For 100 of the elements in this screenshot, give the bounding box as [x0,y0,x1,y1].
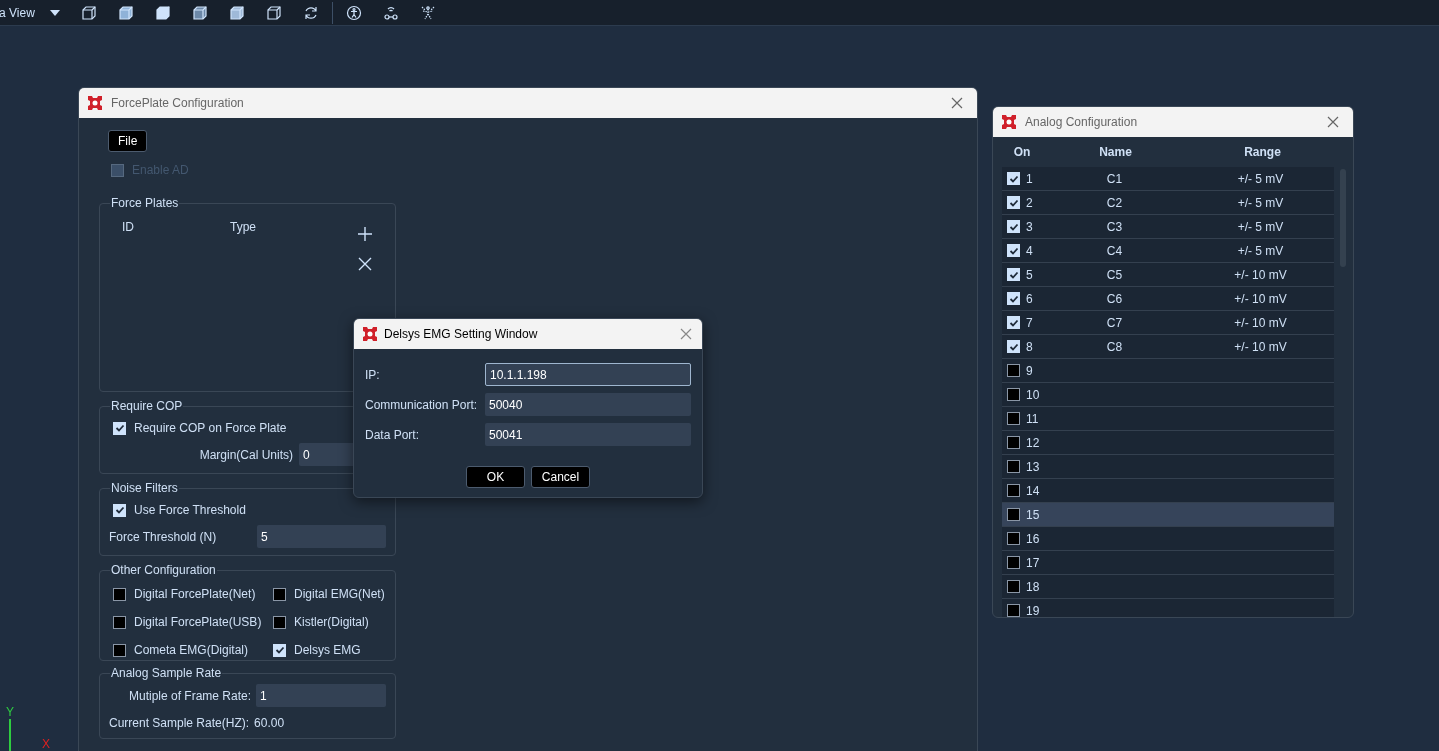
cube-icon[interactable] [228,4,245,21]
table-row[interactable]: 3 C3 +/- 5 mV [1002,215,1334,239]
channel-number: 19 [1026,602,1040,617]
table-row[interactable]: 11 [1002,407,1334,431]
checkbox-label: Digital EMG(Net) [294,586,385,603]
input-field[interactable]: 10.1.1.198 [485,363,691,386]
skeleton-icon[interactable] [419,4,436,21]
input-field[interactable]: 50041 [485,423,691,446]
column-header: Type [230,219,256,236]
channel-number: 10 [1026,386,1040,404]
delete-icon[interactable] [357,256,373,272]
table-row[interactable]: 15 [1002,503,1334,527]
field-label: Current Sample Rate(HZ): [109,715,250,732]
checkbox[interactable] [1007,388,1020,401]
table-row[interactable]: 10 [1002,383,1334,407]
cube-icon[interactable] [80,4,97,21]
table-row[interactable]: 9 [1002,359,1334,383]
view-dropdown-label[interactable]: a View [0,3,35,22]
close-icon[interactable] [951,97,963,109]
checkbox-label: Kistler(Digital) [294,614,369,631]
channel-number: 18 [1026,578,1040,596]
channel-number: 17 [1026,554,1040,572]
channel-range: +/- 10 mV [1234,267,1287,282]
sample-rate-value: 60.00 [254,715,285,732]
table-row[interactable]: 8 C8 +/- 10 mV [1002,335,1334,359]
column-header: Range [1243,144,1282,161]
field-label: Data Port: [365,426,420,444]
table-row[interactable]: 14 [1002,479,1334,503]
checkbox[interactable] [1007,412,1020,425]
window-title: Analog Configuration [1025,114,1139,131]
file-button[interactable]: File [108,130,148,152]
table-row[interactable]: 19 [1002,599,1334,617]
channel-number: 9 [1026,362,1033,380]
cube-icon[interactable] [191,4,208,21]
refresh-icon[interactable] [302,4,319,21]
group-title: Require COP [110,398,184,414]
channel-range: +/- 5 mV [1237,243,1284,258]
cube-icon[interactable] [117,4,134,21]
cube-icon[interactable] [265,4,282,21]
dialog-button[interactable]: Cancel [531,466,590,488]
checkbox[interactable] [1007,532,1020,545]
input-field[interactable]: 5 [257,525,386,548]
input-field[interactable]: 50040 [485,393,691,416]
checkbox[interactable] [273,587,286,601]
person-icon[interactable] [345,4,362,21]
table-row[interactable]: 7 C7 +/- 10 mV [1002,311,1334,335]
table-row[interactable]: 1 C1 +/- 5 mV [1002,167,1334,191]
checkbox[interactable] [113,587,126,601]
close-icon[interactable] [680,328,692,340]
channel-number: 6 [1026,290,1033,308]
channel-name: C1 [1106,171,1123,186]
checkbox[interactable] [1007,604,1020,617]
group-title: Other Configuration [110,562,217,578]
app-logo-icon [362,326,378,342]
channel-range: +/- 5 mV [1237,171,1284,186]
checkbox-label: Cometa EMG(Digital) [134,642,249,659]
app-logo-icon [87,95,103,111]
table-row[interactable]: 6 C6 +/- 10 mV [1002,287,1334,311]
checkbox[interactable] [1007,556,1020,569]
channel-number: 13 [1026,458,1040,476]
device-icon[interactable] [382,4,399,21]
app-logo-icon [1001,114,1017,130]
checkbox[interactable] [1007,580,1020,593]
table-row[interactable]: 17 [1002,551,1334,575]
add-icon[interactable] [357,226,373,242]
field-label: Margin(Cal Units) [199,446,293,464]
table-row[interactable]: 13 [1002,455,1334,479]
dialog-button[interactable]: OK [466,466,525,488]
checkbox[interactable] [1007,460,1020,473]
channel-name: C4 [1106,243,1123,258]
checkbox[interactable] [1007,436,1020,449]
checkbox[interactable] [113,643,126,657]
window-title: ForcePlate Configuration [111,95,245,112]
channel-range: +/- 10 mV [1234,291,1287,306]
input-field[interactable]: 1 [256,684,386,707]
channel-range: +/- 5 mV [1237,195,1284,210]
dropdown-caret-icon[interactable] [49,9,60,16]
table-row[interactable]: 5 C5 +/- 10 mV [1002,263,1334,287]
checkbox[interactable] [113,615,126,629]
checkbox[interactable] [1007,508,1020,521]
column-header: ID [122,219,135,236]
table-row[interactable]: 2 C2 +/- 5 mV [1002,191,1334,215]
channel-name: C8 [1106,339,1123,354]
table-row[interactable]: 16 [1002,527,1334,551]
field-label: Communication Port: [365,396,478,414]
checkbox[interactable] [1007,364,1020,377]
channel-number: 15 [1026,506,1040,524]
table-row[interactable]: 12 [1002,431,1334,455]
channel-number: 5 [1026,266,1033,284]
field-label: Mutiple of Frame Rate: [129,687,252,705]
close-icon[interactable] [1327,116,1339,128]
checkbox[interactable] [273,615,286,629]
table-row[interactable]: 18 [1002,575,1334,599]
field-label: Force Threshold (N) [109,528,217,546]
table-row[interactable]: 4 C4 +/- 5 mV [1002,239,1334,263]
channel-range: +/- 5 mV [1237,219,1284,234]
channel-range: +/- 10 mV [1234,315,1287,330]
checkbox[interactable] [1007,484,1020,497]
cube-icon[interactable] [154,4,171,21]
checkbox-label: Delsys EMG [294,642,361,659]
